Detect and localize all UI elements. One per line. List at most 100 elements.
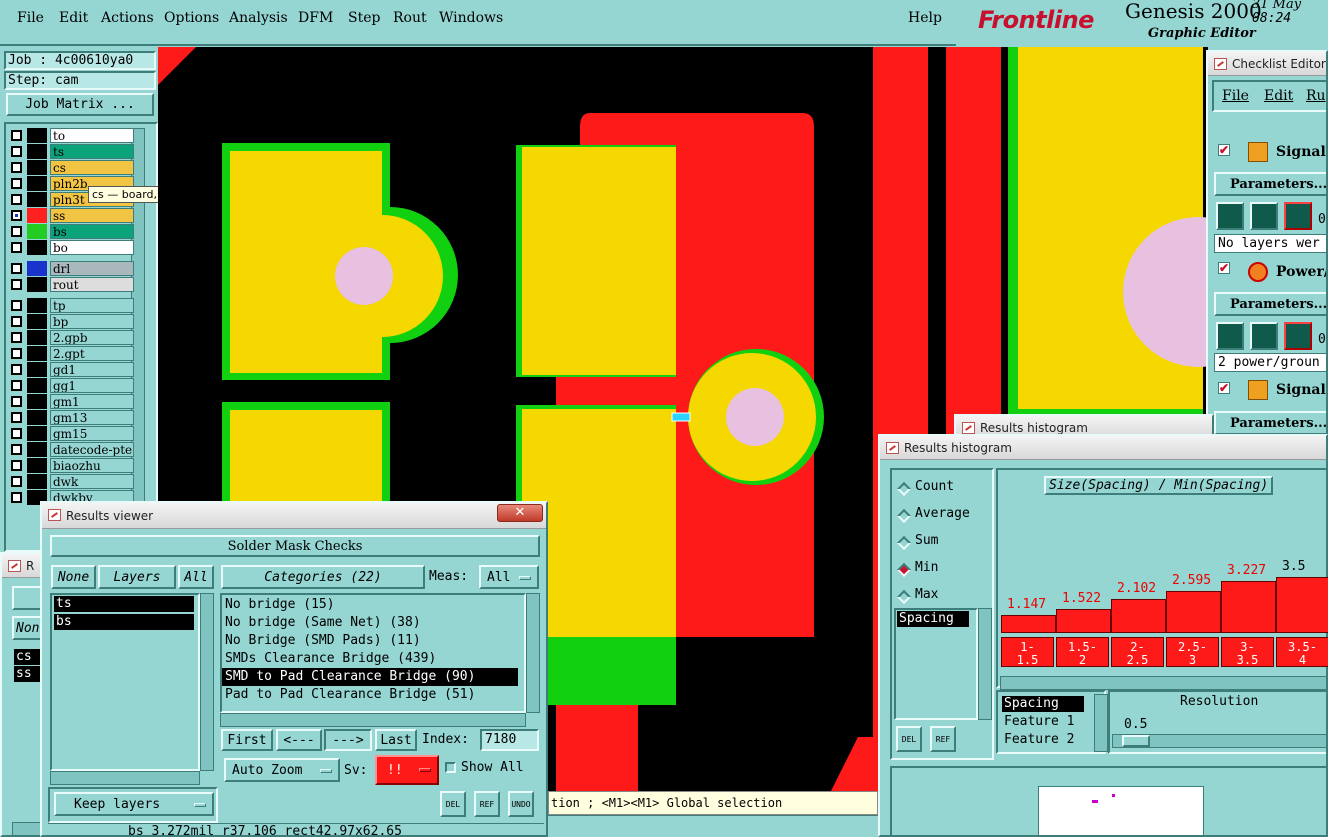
histogram-bar[interactable] — [1166, 591, 1221, 633]
layer-row[interactable]: ts — [8, 144, 134, 159]
layer-color-swatch[interactable] — [27, 261, 47, 276]
layer-row[interactable]: ss — [8, 208, 134, 223]
menu-dfm[interactable]: DFM — [298, 10, 333, 26]
layer-checkbox[interactable] — [11, 412, 22, 423]
layer-color-swatch[interactable] — [27, 314, 47, 329]
category-item[interactable]: No Bridge (SMD Pads) (11) — [222, 632, 524, 650]
results-viewer-close-button[interactable]: ✕ — [497, 504, 543, 522]
layer-name[interactable]: 2.gpb — [50, 330, 134, 345]
autozoom-select[interactable]: Auto Zoom — [224, 758, 340, 782]
menu-analysis[interactable]: Analysis — [229, 10, 288, 26]
layer-checkbox[interactable] — [11, 428, 22, 439]
histogram-bar[interactable] — [1276, 577, 1328, 633]
layer-name[interactable]: gd1 — [50, 362, 134, 377]
layer-color-swatch[interactable] — [27, 410, 47, 425]
checklist-check-3[interactable]: ✔ — [1218, 382, 1230, 394]
layer-name[interactable]: datecode-pte — [50, 442, 134, 457]
histogram-bar[interactable] — [1221, 581, 1276, 633]
rv-undo-button[interactable]: UNDO — [508, 791, 534, 817]
layer-name[interactable]: to — [50, 128, 134, 143]
all-button[interactable]: All — [178, 565, 214, 589]
layer-name[interactable]: gg1 — [50, 378, 134, 393]
layer-color-swatch[interactable] — [27, 224, 47, 239]
first-button[interactable]: First — [221, 729, 273, 751]
layer-color-swatch[interactable] — [27, 346, 47, 361]
rv-del-button[interactable]: DEL — [440, 791, 466, 817]
layer-color-swatch[interactable] — [27, 442, 47, 457]
layer-row[interactable]: tp — [8, 298, 134, 313]
last-button[interactable]: Last — [375, 729, 417, 751]
layer-name[interactable]: rout — [50, 277, 134, 292]
layers-list-item-ts[interactable]: ts — [54, 596, 194, 612]
menu-windows[interactable]: Windows — [439, 10, 503, 26]
histogram-bar[interactable] — [1111, 599, 1166, 633]
checklist-menu-file[interactable]: File — [1222, 88, 1249, 104]
layer-row[interactable]: bp — [8, 314, 134, 329]
menu-help[interactable]: Help — [908, 10, 942, 26]
layer-row[interactable]: bo — [8, 240, 134, 255]
layer-color-swatch[interactable] — [27, 458, 47, 473]
category-item[interactable]: SMD to Pad Clearance Bridge (90) — [222, 668, 518, 686]
layer-name[interactable]: biaozhu — [50, 458, 134, 473]
none-button[interactable]: None — [51, 565, 96, 589]
layer-checkbox[interactable] — [11, 146, 22, 157]
layers-button[interactable]: Layers — [98, 565, 176, 589]
layer-checkbox[interactable] — [11, 210, 22, 221]
layer-row[interactable]: dwk — [8, 474, 134, 489]
layer-checkbox[interactable] — [11, 316, 22, 327]
layer-checkbox[interactable] — [11, 263, 22, 274]
layer-name[interactable]: dwk — [50, 474, 134, 489]
checklist-check-1[interactable]: ✔ — [1218, 144, 1230, 156]
run-icon-1b[interactable] — [1250, 202, 1278, 230]
layer-row[interactable]: gm13 — [8, 410, 134, 425]
layer-row[interactable]: drl — [8, 261, 134, 276]
layer-checkbox[interactable] — [11, 348, 22, 359]
layer-checkbox[interactable] — [11, 178, 22, 189]
layer-color-swatch[interactable] — [27, 240, 47, 255]
layer-color-swatch[interactable] — [27, 160, 47, 175]
layer-checkbox[interactable] — [11, 162, 22, 173]
parameters-button-1[interactable]: Parameters... — [1214, 172, 1326, 196]
menu-file[interactable]: File — [17, 10, 44, 26]
layer-row[interactable]: 2.gpt — [8, 346, 134, 361]
category-item[interactable]: No bridge (15) — [222, 596, 524, 614]
layer-row[interactable]: gd1 — [8, 362, 134, 377]
keep-layers-select[interactable]: Keep layers — [54, 792, 214, 816]
run-icon-1a[interactable] — [1216, 202, 1244, 230]
layer-row[interactable]: gm15 — [8, 426, 134, 441]
parameters-button-3[interactable]: Parameters... — [1214, 411, 1326, 435]
layer-color-swatch[interactable] — [27, 474, 47, 489]
layer-row[interactable]: gm1 — [8, 394, 134, 409]
layer-name[interactable]: 2.gpt — [50, 346, 134, 361]
histogram-title-bar[interactable]: Results histogram — [880, 436, 1326, 460]
layer-color-swatch[interactable] — [27, 298, 47, 313]
histogram-del-button[interactable]: DEL — [896, 726, 922, 752]
histogram-list-scrollbar[interactable] — [978, 608, 992, 720]
histogram-ref-button[interactable]: REF — [930, 726, 956, 752]
layer-name[interactable]: tp — [50, 298, 134, 313]
histogram-list-item[interactable]: Spacing — [897, 611, 969, 627]
layer-row[interactable]: biaozhu — [8, 458, 134, 473]
parameters-button-2[interactable]: Parameters... — [1214, 292, 1326, 316]
layer-name[interactable]: gm15 — [50, 426, 134, 441]
layer-checkbox[interactable] — [11, 226, 22, 237]
layer-color-swatch[interactable] — [27, 330, 47, 345]
layer-color-swatch[interactable] — [27, 192, 47, 207]
layer-name[interactable]: ts — [50, 144, 134, 159]
category-item[interactable]: SMDs Clearance Bridge (439) — [222, 650, 524, 668]
menu-actions[interactable]: Actions — [101, 10, 154, 26]
layer-checkbox[interactable] — [11, 476, 22, 487]
layer-row[interactable]: rout — [8, 277, 134, 292]
layer-checkbox[interactable] — [11, 279, 22, 290]
categories-button[interactable]: Categories (22) — [221, 565, 425, 589]
layer-checkbox[interactable] — [11, 460, 22, 471]
layer-row[interactable]: 2.gpb — [8, 330, 134, 345]
layer-row[interactable]: bs — [8, 224, 134, 239]
run-icon-1c[interactable] — [1284, 202, 1312, 230]
checklist-check-2[interactable]: ✔ — [1218, 262, 1230, 274]
layer-color-swatch[interactable] — [27, 378, 47, 393]
layer-row[interactable]: to — [8, 128, 134, 143]
job-matrix-button[interactable]: Job Matrix ... — [6, 93, 154, 116]
layer-color-swatch[interactable] — [27, 394, 47, 409]
menu-step[interactable]: Step — [348, 10, 380, 26]
